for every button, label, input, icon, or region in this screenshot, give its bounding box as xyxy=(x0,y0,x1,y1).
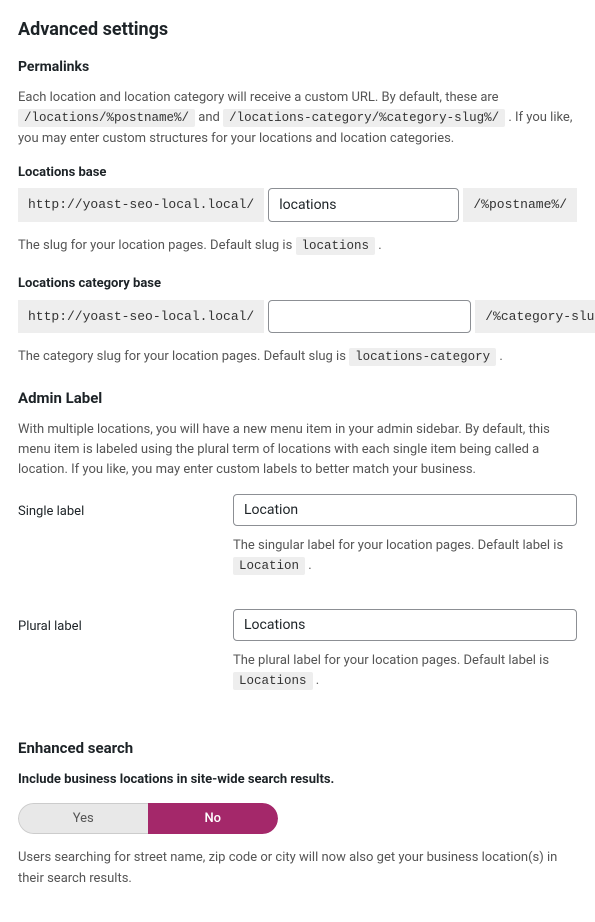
category-base-help-code: locations-category xyxy=(349,348,496,366)
plural-label: Plural label xyxy=(18,609,233,637)
plural-label-help-post: . xyxy=(316,673,319,688)
enhanced-search-help: Users searching for street name, zip cod… xyxy=(18,848,577,888)
toggle-yes-button[interactable]: Yes xyxy=(18,803,148,834)
single-label-help-pre: The singular label for your location pag… xyxy=(233,538,563,553)
single-label-help-code: Location xyxy=(233,557,305,575)
category-base-label: Locations category base xyxy=(18,274,577,294)
single-label-help: The singular label for your location pag… xyxy=(233,536,577,577)
category-base-prefix: http://yoast-seo-local.local/ xyxy=(18,300,264,334)
enhanced-search-heading: Enhanced search xyxy=(18,737,577,760)
permalinks-intro-mid: and xyxy=(198,110,223,125)
enhanced-search-statement: Include business locations in site-wide … xyxy=(18,770,577,790)
locations-base-help-code: locations xyxy=(296,237,376,255)
admin-label-heading: Admin Label xyxy=(18,387,577,410)
single-label: Single label xyxy=(18,494,233,522)
plural-label-row: Plural label The plural label for your l… xyxy=(18,609,577,718)
permalink-code-category: /locations-category/%category-slug%/ xyxy=(223,109,505,127)
category-base-help-post: . xyxy=(499,349,502,364)
plural-label-help-code: Locations xyxy=(233,672,313,690)
plural-label-input[interactable] xyxy=(233,609,577,641)
permalink-code-locations: /locations/%postname%/ xyxy=(18,109,195,127)
locations-base-help-pre: The slug for your location pages. Defaul… xyxy=(18,238,296,253)
category-base-row: http://yoast-seo-local.local/ /%category… xyxy=(18,300,577,334)
single-label-input[interactable] xyxy=(233,494,577,526)
plural-label-help: The plural label for your location pages… xyxy=(233,651,577,692)
locations-base-label: Locations base xyxy=(18,163,577,183)
category-base-input[interactable] xyxy=(268,300,471,334)
locations-base-row: http://yoast-seo-local.local/ /%postname… xyxy=(18,188,577,222)
toggle-no-button[interactable]: No xyxy=(148,803,279,834)
admin-label-intro: With multiple locations, you will have a… xyxy=(18,420,577,480)
page-title: Advanced settings xyxy=(18,16,577,43)
permalinks-heading: Permalinks xyxy=(18,57,577,78)
locations-base-input[interactable] xyxy=(268,188,459,222)
permalinks-intro: Each location and location category will… xyxy=(18,88,577,149)
permalinks-intro-pre: Each location and location category will… xyxy=(18,90,499,105)
locations-base-help: The slug for your location pages. Defaul… xyxy=(18,236,577,256)
locations-base-suffix: /%postname%/ xyxy=(463,188,577,222)
category-base-help-pre: The category slug for your location page… xyxy=(18,349,349,364)
single-label-help-post: . xyxy=(308,558,311,573)
locations-base-prefix: http://yoast-seo-local.local/ xyxy=(18,188,264,222)
locations-base-help-post: . xyxy=(378,238,381,253)
category-base-suffix: /%category-slug%/ xyxy=(475,300,595,334)
enhanced-search-toggle: Yes No xyxy=(18,803,278,834)
plural-label-help-pre: The plural label for your location pages… xyxy=(233,653,549,668)
single-label-row: Single label The singular label for your… xyxy=(18,494,577,603)
category-base-help: The category slug for your location page… xyxy=(18,347,577,367)
